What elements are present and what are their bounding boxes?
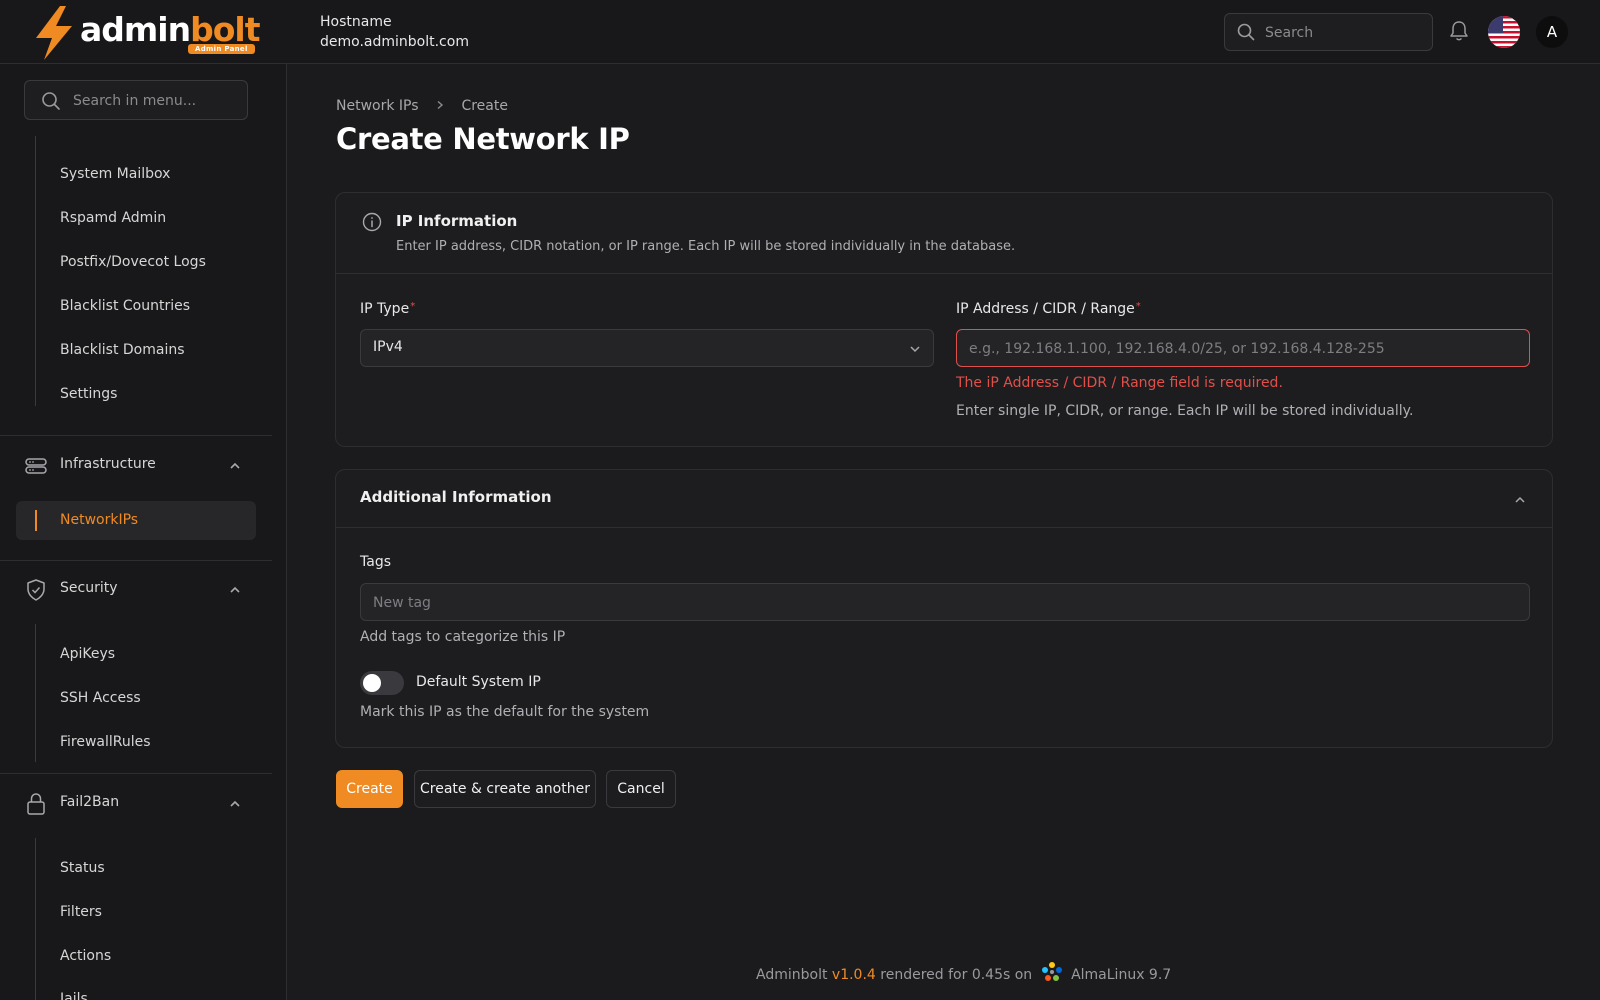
menu-tree-line [35, 624, 36, 762]
bell-icon[interactable] [1449, 20, 1469, 42]
sidebar-item-blacklist-countries[interactable]: Blacklist Countries [60, 296, 190, 316]
admin-panel-badge: Admin Panel [188, 44, 255, 54]
sidebar-item-jails[interactable]: Jails [60, 989, 88, 1000]
menu-search-input[interactable] [73, 90, 241, 112]
hostname-display: Hostname demo.adminbolt.com [320, 12, 469, 52]
section-description: Enter IP address, CIDR notation, or IP r… [396, 239, 1016, 254]
breadcrumb: Network IPs Create [336, 96, 508, 116]
sidebar-divider [0, 435, 272, 436]
menu-tree-line [35, 838, 36, 1000]
sidebar-divider [0, 773, 272, 774]
chevron-right-icon [435, 96, 445, 116]
chevron-up-icon [230, 462, 240, 469]
global-search-input[interactable] [1265, 22, 1425, 44]
chevron-up-icon [230, 586, 240, 593]
sidebar: System Mailbox Rspamd Admin Postfix/Dove… [0, 64, 287, 1000]
section-title: Additional Information [360, 488, 552, 506]
adminbolt-logo[interactable]: adminbolt Admin Panel [30, 6, 260, 60]
tags-field[interactable] [360, 583, 1530, 621]
ip-address-label: IP Address / CIDR / Range* [956, 301, 1141, 317]
required-mark: * [1135, 301, 1141, 312]
breadcrumb-create: Create [461, 98, 508, 114]
shield-check-icon [27, 579, 45, 601]
footer-rendered-text: rendered for 0.45s on [880, 967, 1033, 983]
ip-address-error: The iP Address / CIDR / Range field is r… [956, 375, 1283, 391]
tags-input[interactable] [373, 592, 1513, 614]
sidebar-item-postfix-dovecot-logs[interactable]: Postfix/Dovecot Logs [60, 252, 206, 272]
user-avatar[interactable]: A [1536, 16, 1568, 48]
menu-tree-line [35, 136, 36, 406]
logo-text-admin: admin [80, 10, 191, 49]
search-icon [1237, 23, 1255, 41]
almalinux-logo-icon [1041, 961, 1063, 989]
section-header: IP Information Enter IP address, CIDR no… [336, 193, 1552, 274]
default-system-ip-toggle[interactable] [360, 671, 404, 695]
sidebar-group-label: Infrastructure [60, 456, 156, 472]
hostname-value: demo.adminbolt.com [320, 34, 469, 50]
footer-version[interactable]: v1.0.4 [832, 967, 876, 983]
ip-type-label-text: IP Type [360, 301, 410, 317]
sidebar-item-firewallrules[interactable]: FirewallRules [60, 732, 151, 752]
sidebar-item-status[interactable]: Status [60, 858, 105, 878]
footer: Adminbolt v1.0.4 rendered for 0.45s on A… [756, 961, 1172, 983]
server-icon [25, 458, 47, 474]
sidebar-group-infrastructure[interactable]: Infrastructure [24, 454, 250, 478]
bolt-logo-icon [36, 6, 72, 60]
ip-address-hint: Enter single IP, CIDR, or range. Each IP… [956, 403, 1414, 419]
default-system-ip-label: Default System IP [416, 674, 541, 690]
sidebar-item-label: NetworkIPs [60, 512, 139, 528]
global-search[interactable] [1224, 13, 1433, 51]
hostname-label: Hostname [320, 14, 392, 30]
sidebar-group-security[interactable]: Security [24, 578, 250, 602]
us-flag-icon[interactable] [1488, 16, 1520, 48]
sidebar-item-rspamd-admin[interactable]: Rspamd Admin [60, 208, 166, 228]
chevron-down-icon [910, 346, 920, 353]
sidebar-group-label: Fail2Ban [60, 794, 120, 810]
default-system-ip-hint: Mark this IP as the default for the syst… [360, 704, 650, 720]
ip-type-label: IP Type* [360, 301, 415, 317]
sidebar-item-filters[interactable]: Filters [60, 902, 102, 922]
additional-information-section: Additional Information Tags Add tags to … [335, 469, 1553, 748]
active-indicator [35, 510, 37, 531]
lock-icon [27, 793, 45, 815]
tags-label: Tags [360, 554, 391, 570]
sidebar-item-ssh-access[interactable]: SSH Access [60, 688, 141, 708]
sidebar-group-fail2ban[interactable]: Fail2Ban [24, 792, 250, 816]
top-bar: adminbolt Admin Panel Hostname demo.admi… [0, 0, 1600, 64]
section-header-toggle[interactable]: Additional Information [336, 470, 1552, 528]
ip-address-input[interactable] [969, 338, 1519, 360]
sidebar-group-label: Security [60, 580, 118, 596]
breadcrumb-network-ips[interactable]: Network IPs [336, 96, 419, 116]
section-title: IP Information [396, 212, 518, 230]
sidebar-item-networkips[interactable]: NetworkIPs [16, 501, 256, 540]
tags-hint: Add tags to categorize this IP [360, 629, 566, 645]
info-icon [362, 212, 382, 232]
chevron-up-icon [230, 800, 240, 807]
sidebar-item-apikeys[interactable]: ApiKeys [60, 644, 115, 664]
footer-os: AlmaLinux 9.7 [1071, 967, 1172, 983]
search-icon [42, 92, 60, 110]
sidebar-divider [0, 560, 272, 561]
ip-type-value: IPv4 [373, 339, 403, 355]
page-title: Create Network IP [336, 122, 630, 156]
toggle-knob [363, 674, 381, 692]
menu-search[interactable] [24, 80, 248, 120]
ip-address-field[interactable] [956, 329, 1530, 367]
sidebar-item-system-mailbox[interactable]: System Mailbox [60, 164, 170, 184]
required-mark: * [410, 301, 416, 312]
chevron-up-icon[interactable] [1514, 495, 1526, 505]
ip-address-label-text: IP Address / CIDR / Range [956, 301, 1135, 317]
cancel-button[interactable]: Cancel [606, 770, 676, 808]
sidebar-item-actions[interactable]: Actions [60, 946, 111, 966]
ip-information-section: IP Information Enter IP address, CIDR no… [335, 192, 1553, 447]
sidebar-item-blacklist-domains[interactable]: Blacklist Domains [60, 340, 185, 360]
footer-app-name: Adminbolt [756, 967, 828, 983]
create-button[interactable]: Create [336, 770, 403, 808]
create-another-button[interactable]: Create & create another [414, 770, 596, 808]
sidebar-item-settings[interactable]: Settings [60, 384, 117, 404]
ip-type-select[interactable]: IPv4 [360, 329, 934, 367]
